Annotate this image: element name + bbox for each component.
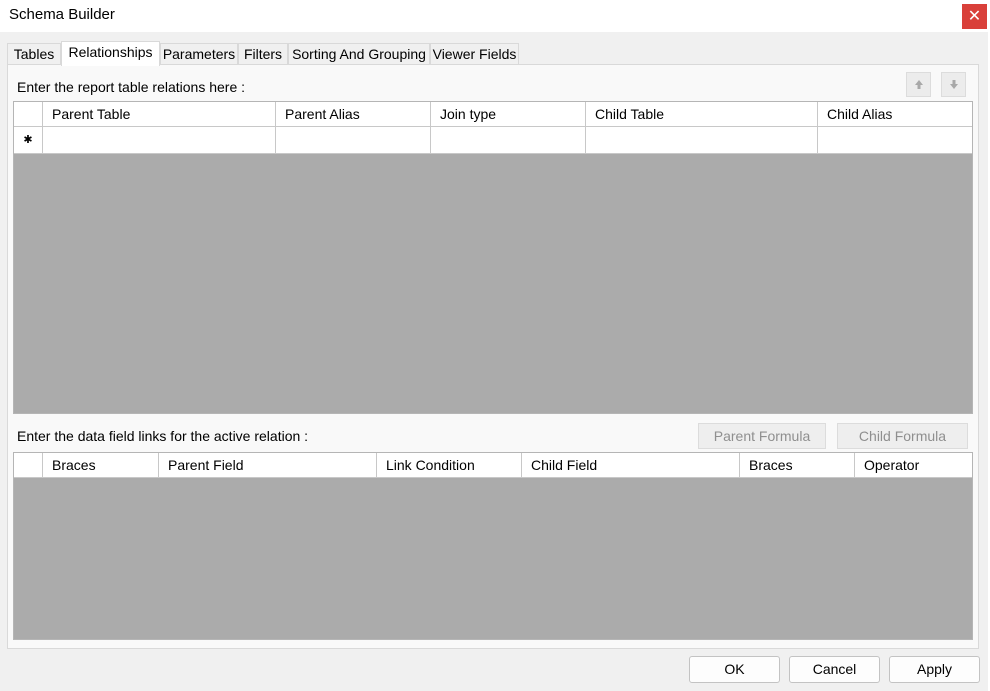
tab-tables[interactable]: Tables	[7, 43, 61, 65]
cell-parent-alias[interactable]	[276, 127, 431, 154]
tab-parameters[interactable]: Parameters	[160, 43, 238, 65]
apply-button[interactable]: Apply	[889, 656, 980, 683]
row-header-corner	[14, 102, 43, 127]
parent-formula-button[interactable]: Parent Formula	[698, 423, 826, 449]
column-parent-alias[interactable]: Parent Alias	[276, 102, 431, 127]
new-row-marker-icon: ✱	[14, 127, 43, 154]
links-prompt: Enter the data field links for the activ…	[17, 428, 309, 444]
column-parent-field[interactable]: Parent Field	[159, 453, 377, 478]
cell-join-type[interactable]	[431, 127, 586, 154]
ok-button[interactable]: OK	[689, 656, 780, 683]
column-child-alias[interactable]: Child Alias	[818, 102, 972, 127]
cell-child-alias[interactable]	[818, 127, 972, 154]
tab-relationships[interactable]: Relationships	[61, 41, 160, 66]
tab-viewer-fields[interactable]: Viewer Fields	[430, 43, 519, 65]
column-child-table[interactable]: Child Table	[586, 102, 818, 127]
window-title: Schema Builder	[9, 6, 115, 23]
cancel-button[interactable]: Cancel	[789, 656, 880, 683]
title-bar: Schema Builder ✕	[0, 0, 990, 32]
arrow-down-icon	[949, 80, 958, 89]
tab-filters[interactable]: Filters	[238, 43, 288, 65]
column-link-condition[interactable]: Link Condition	[377, 453, 522, 478]
column-parent-table[interactable]: Parent Table	[43, 102, 276, 127]
column-join-type[interactable]: Join type	[431, 102, 586, 127]
links-row-header-corner	[14, 453, 43, 478]
cell-child-table[interactable]	[586, 127, 818, 154]
schema-builder-window: Schema Builder ✕ Tables Relationships Pa…	[0, 0, 990, 691]
move-up-button[interactable]	[906, 72, 931, 97]
new-row[interactable]: ✱	[14, 127, 972, 154]
field-links-grid[interactable]: Braces Parent Field Link Condition Child…	[13, 452, 973, 640]
move-down-button[interactable]	[941, 72, 966, 97]
column-braces-close[interactable]: Braces	[740, 453, 855, 478]
column-braces-open[interactable]: Braces	[43, 453, 159, 478]
field-links-grid-header: Braces Parent Field Link Condition Child…	[14, 453, 972, 478]
child-formula-button[interactable]: Child Formula	[837, 423, 968, 449]
tab-sorting-and-grouping[interactable]: Sorting And Grouping	[288, 43, 430, 65]
relations-prompt: Enter the report table relations here :	[17, 79, 246, 95]
column-child-field[interactable]: Child Field	[522, 453, 740, 478]
close-button[interactable]: ✕	[962, 4, 987, 29]
cell-parent-table[interactable]	[43, 127, 276, 154]
relations-grid-header: Parent Table Parent Alias Join type Chil…	[14, 102, 972, 127]
arrow-up-icon	[914, 80, 923, 89]
close-icon: ✕	[967, 7, 982, 25]
column-operator[interactable]: Operator	[855, 453, 972, 478]
relations-grid[interactable]: Parent Table Parent Alias Join type Chil…	[13, 101, 973, 414]
